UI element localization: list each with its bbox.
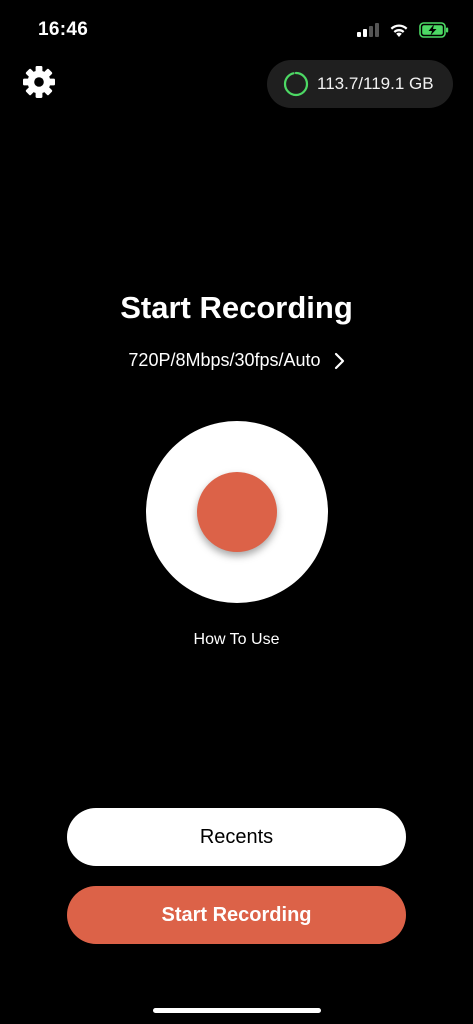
- status-time: 16:46: [38, 19, 89, 40]
- storage-ring-icon: [283, 71, 309, 97]
- home-indicator[interactable]: [153, 1008, 321, 1013]
- battery-charging-icon: [419, 22, 449, 38]
- gear-icon: [23, 66, 55, 98]
- how-to-use-link[interactable]: How To Use: [0, 631, 473, 649]
- settings-button[interactable]: [21, 64, 57, 100]
- wifi-icon: [390, 24, 408, 37]
- record-button[interactable]: [146, 421, 328, 603]
- status-icons: [357, 19, 449, 41]
- screen: 16:46 113.7/119.1 GB Start Recording 720…: [0, 0, 473, 1024]
- record-dot-icon: [197, 472, 277, 552]
- recording-settings-link[interactable]: 720P/8Mbps/30fps/Auto: [0, 350, 473, 371]
- start-recording-button[interactable]: Start Recording: [67, 886, 406, 944]
- storage-text: 113.7/119.1 GB: [317, 74, 434, 93]
- chevron-right-icon: [334, 352, 344, 369]
- cellular-signal-icon: [357, 23, 379, 37]
- recents-button[interactable]: Recents: [67, 808, 406, 866]
- page-title: Start Recording: [120, 290, 353, 325]
- storage-indicator[interactable]: 113.7/119.1 GB: [267, 60, 453, 108]
- recording-settings-text: 720P/8Mbps/30fps/Auto: [128, 350, 321, 370]
